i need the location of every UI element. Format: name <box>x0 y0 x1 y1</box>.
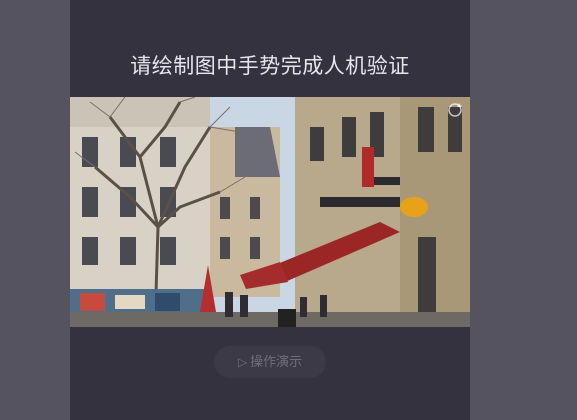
captcha-image[interactable] <box>70 97 470 327</box>
play-icon: ▷ <box>237 355 248 369</box>
captcha-title: 请绘制图中手势完成人机验证 <box>130 54 410 78</box>
demo-button[interactable]: ▷ 操作演示 <box>214 346 326 378</box>
refresh-icon[interactable] <box>446 101 464 119</box>
street-scene-image <box>70 97 470 327</box>
captcha-panel: 请绘制图中手势完成人机验证 ▷ 操作演示 <box>70 0 470 420</box>
demo-button-label: 操作演示 <box>250 355 303 370</box>
